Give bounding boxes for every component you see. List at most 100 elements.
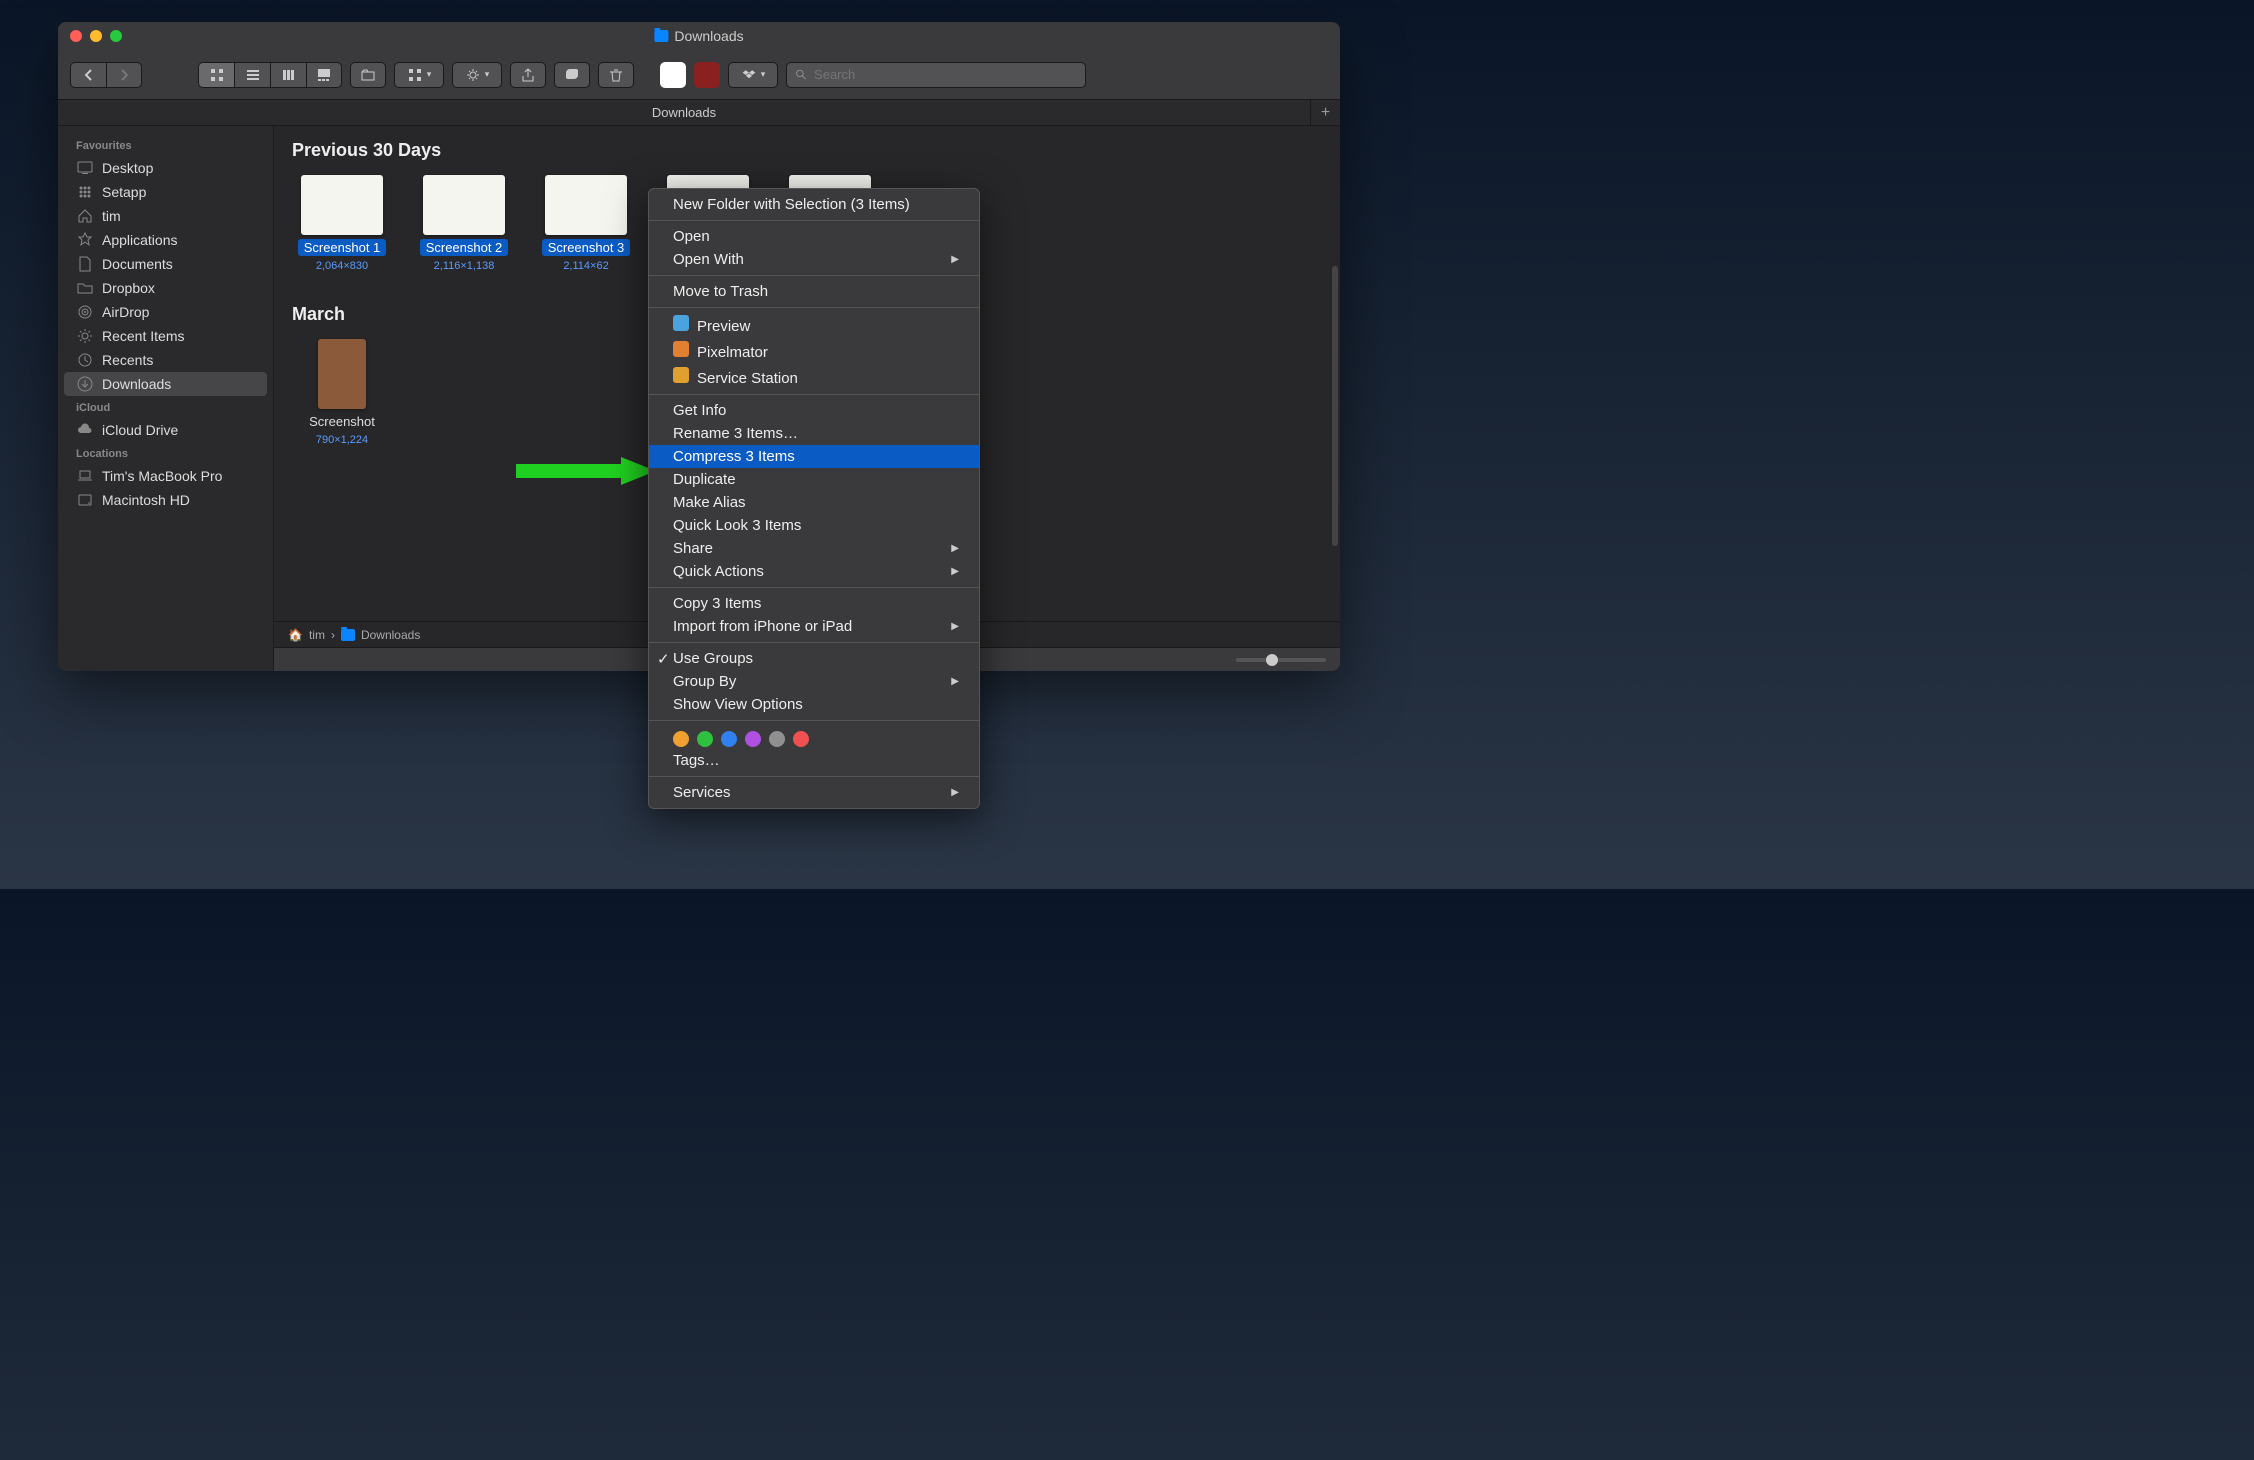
tags-button[interactable] [554,62,590,88]
menu-item-open[interactable]: Open [649,225,979,248]
action-button[interactable]: ▾ [452,62,502,88]
file-item[interactable]: Screenshot790×1,224 [292,339,392,446]
laptop-icon [76,469,94,483]
menu-item-tags[interactable]: Tags… [649,749,979,772]
sidebar-item-airdrop[interactable]: AirDrop [58,300,273,324]
file-dimensions: 2,116×1,138 [434,260,495,272]
menu-item-get-info[interactable]: Get Info [649,399,979,422]
back-button[interactable] [70,62,106,88]
menu-item-new-folder-with-selection-3-items[interactable]: New Folder with Selection (3 Items) [649,193,979,216]
sidebar-section-header: iCloud [58,396,273,418]
menu-item-copy-3-items[interactable]: Copy 3 Items [649,592,979,615]
sidebar-item-label: Documents [102,256,173,272]
column-view-button[interactable] [270,62,306,88]
sidebar-item-tim-s-macbook-pro[interactable]: Tim's MacBook Pro [58,464,273,488]
menu-item-pixelmator[interactable]: Pixelmator [649,338,979,364]
titlebar: Downloads [58,22,1340,50]
menu-item-duplicate[interactable]: Duplicate [649,468,979,491]
sidebar-item-tim[interactable]: tim [58,204,273,228]
download-icon [76,377,94,391]
traffic-lights [70,30,122,42]
clock-icon [76,353,94,367]
menu-item-quick-actions[interactable]: Quick Actions [649,560,979,583]
file-thumbnail [545,175,627,235]
airdrop-icon [76,305,94,319]
sidebar-item-recents[interactable]: Recents [58,348,273,372]
menu-item-group-by[interactable]: Group By [649,670,979,693]
scrollbar[interactable] [1332,266,1338,546]
sidebar-item-applications[interactable]: Applications [58,228,273,252]
app-icon-1[interactable] [660,62,686,88]
sidebar-item-downloads[interactable]: Downloads [64,372,267,396]
menu-item-preview[interactable]: Preview [649,312,979,338]
sidebar-item-documents[interactable]: Documents [58,252,273,276]
sidebar-item-label: Macintosh HD [102,492,190,508]
forward-button[interactable] [106,62,142,88]
menu-item-use-groups[interactable]: Use Groups [649,647,979,670]
tag-color[interactable] [697,731,713,747]
folder-icon [654,30,668,42]
new-tab-button[interactable]: + [1310,100,1340,126]
toolbar: ▾ ▾ ▾ [58,50,1340,100]
file-name-label: Screenshot [303,413,381,430]
menu-item-show-view-options[interactable]: Show View Options [649,693,979,716]
list-view-button[interactable] [234,62,270,88]
sidebar-item-label: Setapp [102,184,146,200]
menu-item-service-station[interactable]: Service Station [649,364,979,390]
close-window-button[interactable] [70,30,82,42]
path-user[interactable]: tim [309,628,325,642]
sidebar-item-recent-items[interactable]: Recent Items [58,324,273,348]
file-item[interactable]: Screenshot 22,116×1,138 [414,175,514,272]
dropbox-button[interactable]: ▾ [728,62,778,88]
sidebar-item-label: Dropbox [102,280,155,296]
file-item[interactable]: Screenshot 12,064×830 [292,175,392,272]
gallery-view-button[interactable] [306,62,342,88]
icon-size-slider[interactable] [1236,658,1326,662]
path-button[interactable] [350,62,386,88]
tag-color[interactable] [769,731,785,747]
file-dimensions: 2,114×62 [563,260,608,272]
tag-color[interactable] [673,731,689,747]
trash-button[interactable] [598,62,634,88]
app-icon [673,367,689,383]
tag-color[interactable] [721,731,737,747]
icon-view-button[interactable] [198,62,234,88]
cloud-icon [76,423,94,437]
minimize-window-button[interactable] [90,30,102,42]
tag-color[interactable] [745,731,761,747]
tab-downloads[interactable]: Downloads [58,101,1310,124]
menu-item-move-to-trash[interactable]: Move to Trash [649,280,979,303]
menu-item-share[interactable]: Share [649,537,979,560]
menu-item-rename-3-items[interactable]: Rename 3 Items… [649,422,979,445]
arrange-button[interactable]: ▾ [394,62,444,88]
file-item[interactable]: Screenshot 32,114×62 [536,175,636,272]
sidebar: FavouritesDesktopSetapptimApplicationsDo… [58,126,274,671]
sidebar-item-icloud-drive[interactable]: iCloud Drive [58,418,273,442]
sidebar-item-setapp[interactable]: Setapp [58,180,273,204]
app-icon-dictionary[interactable] [694,62,720,88]
menu-item-services[interactable]: Services [649,781,979,804]
search-input[interactable] [814,67,1077,82]
sidebar-item-label: Applications [102,232,178,248]
tag-color[interactable] [793,731,809,747]
sidebar-item-macintosh-hd[interactable]: Macintosh HD [58,488,273,512]
menu-item-quick-look-3-items[interactable]: Quick Look 3 Items [649,514,979,537]
file-thumbnail [318,339,366,409]
menu-item-compress-3-items[interactable]: Compress 3 Items [649,445,979,468]
home-icon [76,209,94,223]
menu-item-open-with[interactable]: Open With [649,248,979,271]
folder-icon [76,281,94,295]
menu-item-import-from-iphone-or-ipad[interactable]: Import from iPhone or iPad [649,615,979,638]
zoom-window-button[interactable] [110,30,122,42]
search-field[interactable] [786,62,1086,88]
sidebar-item-label: iCloud Drive [102,422,178,438]
file-dimensions: 2,064×830 [316,260,368,272]
path-folder[interactable]: Downloads [361,628,420,642]
section-title: Previous 30 Days [274,126,1340,171]
sidebar-item-label: Tim's MacBook Pro [102,468,222,484]
menu-item-make-alias[interactable]: Make Alias [649,491,979,514]
sidebar-item-desktop[interactable]: Desktop [58,156,273,180]
file-thumbnail [301,175,383,235]
sidebar-item-dropbox[interactable]: Dropbox [58,276,273,300]
share-button[interactable] [510,62,546,88]
